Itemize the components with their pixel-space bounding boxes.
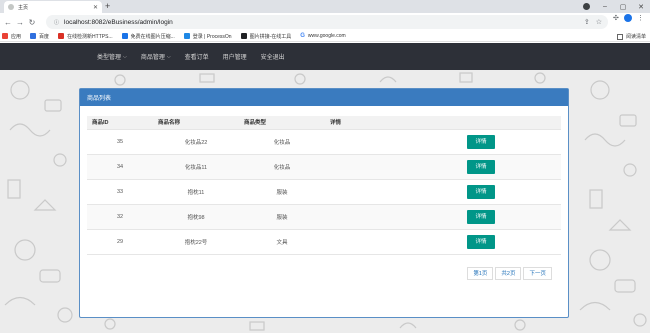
column-header-detail: 详情 [325, 116, 401, 130]
nav-item-product-management[interactable]: 商品管理 ⌵ [141, 52, 171, 62]
panel-title: 商品列表 [80, 89, 568, 106]
detail-button[interactable]: 详情 [467, 234, 495, 249]
cell-action: 详情 [401, 129, 561, 155]
cell-type: 化妆品 [239, 154, 325, 180]
browser-tab-strip: 主页 ✕ + – ▢ ✕ [0, 0, 650, 13]
reload-icon[interactable]: ↻ [26, 18, 38, 27]
nav-item-logout[interactable]: 安全退出 [261, 52, 285, 61]
table-row: 35 化妆品22 化妆品 详情 [87, 129, 561, 155]
cell-name: 化妆品11 [153, 154, 239, 180]
pager-total-pages: 共2页 [495, 267, 522, 280]
admin-navbar: 类型管理 ⌵ 商品管理 ⌵ 查看订单 用户管理 安全退出 [0, 43, 650, 70]
maximize-icon[interactable]: ▢ [614, 3, 632, 11]
cell-type: 服装 [239, 179, 325, 205]
table-row: 32 抱枕98 服装 详情 [87, 204, 561, 230]
cell-empty [325, 229, 401, 255]
nav-item-type-management[interactable]: 类型管理 ⌵ [97, 52, 127, 62]
more-menu-icon[interactable]: ⋮ [637, 14, 644, 22]
image-join-icon [240, 33, 247, 39]
https-check-icon [58, 33, 65, 39]
chevron-down-icon: ⌵ [166, 53, 171, 60]
column-header-type: 商品类型 [239, 116, 325, 130]
bookmark-https-check[interactable]: 在线检测新HTTPS... [58, 33, 113, 40]
cell-name: 抱枕11 [153, 179, 239, 205]
processon-icon [183, 33, 190, 39]
cell-id: 35 [87, 129, 153, 155]
apps-grid-icon [2, 33, 8, 39]
cell-id: 33 [87, 179, 153, 205]
share-icon[interactable]: ⇪ [584, 18, 590, 26]
table-row: 29 抱枕22号 文具 详情 [87, 229, 561, 255]
page-favicon-icon [8, 4, 14, 10]
extensions-icon[interactable]: ✣ [613, 14, 619, 22]
cell-empty [325, 179, 401, 205]
detail-button[interactable]: 详情 [467, 159, 495, 174]
cell-action: 详情 [401, 229, 561, 255]
product-table: 商品ID 商品名称 商品类型 详情 35 化妆品22 化妆品 详情 34 化妆品… [87, 116, 561, 255]
nav-item-user-management[interactable]: 用户管理 [223, 52, 247, 61]
cell-action: 详情 [401, 204, 561, 230]
detail-button[interactable]: 详情 [467, 184, 495, 199]
table-row: 34 化妆品11 化妆品 详情 [87, 154, 561, 180]
cell-id: 29 [87, 229, 153, 255]
minimize-icon[interactable]: – [596, 3, 614, 10]
bookmark-baidu[interactable]: 百度 [30, 33, 49, 40]
cell-name: 抱枕98 [153, 204, 239, 230]
forward-arrow-icon[interactable]: → [14, 18, 26, 27]
bookmark-google[interactable]: G www.google.com [300, 33, 345, 39]
bookmark-image-compress[interactable]: 免费在线图片压缩... [121, 33, 175, 40]
google-g-icon: G [300, 33, 305, 39]
cell-action: 详情 [401, 179, 561, 205]
browser-toolbar: ← → ↻ ⓘ localhost:8082/eBusiness/admin/l… [0, 13, 650, 31]
bookmark-apps[interactable]: 应用 [2, 33, 21, 40]
cell-type: 文具 [239, 229, 325, 255]
pager-next-button[interactable]: 下一页 [523, 267, 552, 280]
cell-empty [325, 204, 401, 230]
nav-item-view-orders[interactable]: 查看订单 [185, 52, 209, 61]
detail-button[interactable]: 详情 [467, 209, 495, 224]
reading-list[interactable]: 阅读清单 [616, 33, 646, 40]
column-header-id: 商品ID [87, 116, 153, 130]
bookmark-image-join[interactable]: 图片拼接-在线工具 [240, 33, 291, 40]
image-compress-icon [121, 33, 128, 39]
cell-empty [325, 129, 401, 155]
user-avatar-icon[interactable] [623, 14, 632, 22]
new-tab-button[interactable]: + [105, 2, 110, 11]
table-row: 33 抱枕11 服装 详情 [87, 179, 561, 205]
bookmark-star-icon[interactable]: ☆ [596, 18, 602, 26]
pager-current-page[interactable]: 第1页 [467, 267, 494, 280]
cell-empty [325, 154, 401, 180]
profile-menu-icon[interactable] [583, 3, 590, 10]
browser-tab[interactable]: 主页 ✕ [4, 1, 102, 13]
cell-id: 32 [87, 204, 153, 230]
cell-id: 34 [87, 154, 153, 180]
tab-title: 主页 [18, 4, 29, 11]
tab-close-icon[interactable]: ✕ [93, 4, 98, 11]
bookmarks-bar: 应用 百度 在线检测新HTTPS... 免费在线图片压缩... 登录 | Pro… [0, 31, 650, 42]
cell-name: 化妆品22 [153, 129, 239, 155]
bookmark-processon[interactable]: 登录 | ProcessOn [183, 33, 232, 40]
info-icon[interactable]: ⓘ [54, 19, 59, 26]
back-arrow-icon[interactable]: ← [2, 18, 14, 27]
column-header-name: 商品名称 [153, 116, 239, 130]
cell-type: 化妆品 [239, 129, 325, 155]
detail-button[interactable]: 详情 [467, 134, 495, 149]
url-text: localhost:8082/eBusiness/admin/login [64, 18, 173, 26]
chevron-down-icon: ⌵ [123, 53, 127, 60]
window-controls: – ▢ ✕ [596, 0, 650, 13]
baidu-paw-icon [30, 33, 37, 39]
reading-list-icon [616, 33, 623, 40]
cell-type: 服装 [239, 204, 325, 230]
column-header-spacer [401, 116, 561, 130]
pagination: 第1页 共2页 下一页 [465, 267, 552, 280]
product-list-panel: 商品列表 商品ID 商品名称 商品类型 详情 35 化妆品22 化妆品 详情 3… [79, 88, 569, 318]
close-window-icon[interactable]: ✕ [632, 3, 650, 11]
cell-action: 详情 [401, 154, 561, 180]
cell-name: 抱枕22号 [153, 229, 239, 255]
address-bar[interactable]: ⓘ localhost:8082/eBusiness/admin/login ⇪… [46, 15, 608, 29]
